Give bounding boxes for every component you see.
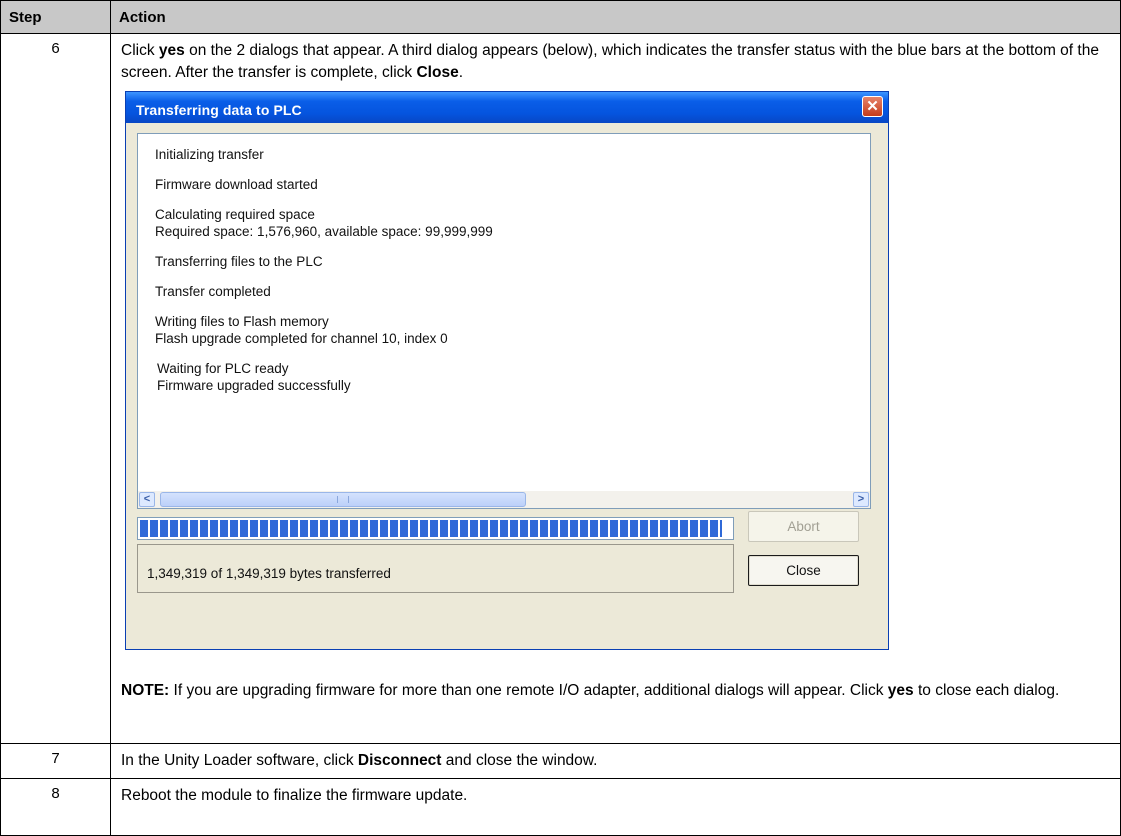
bytes-transferred-status: 1,349,319 of 1,349,319 bytes transferred	[147, 566, 391, 581]
log-entry: Calculating required space Required space…	[155, 206, 493, 240]
transfer-log[interactable]: Initializing transfer Firmware download s…	[137, 133, 871, 509]
scroll-thumb[interactable]	[160, 492, 526, 507]
step-number: 6	[0, 33, 111, 744]
log-line: Writing files to Flash memory	[155, 314, 329, 329]
step-action: Click yes on the 2 dialogs that appear. …	[110, 33, 1121, 744]
log-line: Flash upgrade completed for channel 10, …	[155, 331, 448, 346]
table-row: 8 Reboot the module to finalize the firm…	[0, 778, 1121, 836]
close-icon[interactable]: ✕	[862, 96, 883, 117]
abort-button[interactable]: Abort	[748, 511, 859, 542]
dialog-title: Transferring data to PLC	[136, 102, 302, 118]
log-line: Initializing transfer	[155, 147, 264, 162]
status-panel: 1,349,319 of 1,349,319 bytes transferred	[137, 544, 734, 593]
log-entry: Writing files to Flash memory Flash upgra…	[155, 313, 493, 347]
step-action: Reboot the module to finalize the firmwa…	[110, 778, 1121, 836]
log-line: Firmware download started	[155, 177, 318, 192]
note-text: If you are upgrading firmware for more t…	[169, 682, 888, 699]
header-step: Step	[0, 0, 111, 34]
table-header-row: Step Action	[0, 0, 1121, 34]
note-text: to close each dialog.	[913, 682, 1060, 699]
transfer-progress-bar	[137, 517, 734, 540]
dialog-titlebar: Transferring data to PLC ✕	[126, 92, 888, 123]
log-entry: Initializing transfer	[155, 146, 493, 163]
instruction-text: on the 2 dialogs that appear. A third di…	[121, 42, 1099, 81]
close-button[interactable]: Close	[748, 555, 859, 586]
scroll-left-icon[interactable]: <	[139, 492, 155, 507]
header-action: Action	[110, 0, 1121, 34]
log-entry: Transfer completed	[155, 283, 493, 300]
horizontal-scrollbar[interactable]: < >	[138, 491, 870, 508]
instruction-text: and close the window.	[441, 752, 598, 769]
log-line: Calculating required space	[155, 207, 315, 222]
progress-fill	[140, 520, 723, 537]
scroll-right-icon[interactable]: >	[853, 492, 869, 507]
log-line: Transfer completed	[155, 284, 271, 299]
instruction-text: In the Unity Loader software, click	[121, 752, 358, 769]
instruction-text: .	[458, 64, 464, 81]
instruction-emphasis-yes: yes	[158, 42, 185, 59]
step-number: 8	[0, 778, 111, 836]
log-line: Required space: 1,576,960, available spa…	[155, 224, 493, 239]
table-row: 6 Click yes on the 2 dialogs that appear…	[0, 33, 1121, 744]
table-row: 7 In the Unity Loader software, click Di…	[0, 743, 1121, 779]
note: NOTE: If you are upgrading firmware for …	[121, 680, 1110, 702]
step-instruction: Click yes on the 2 dialogs that appear. …	[121, 40, 1110, 84]
transfer-dialog: Transferring data to PLC ✕ Initializing …	[125, 91, 889, 650]
log-entry: Transferring files to the PLC	[155, 253, 493, 270]
note-emphasis-yes: yes	[887, 682, 914, 699]
log-line: Firmware upgraded successfully	[157, 378, 351, 393]
log-entry: Waiting for PLC ready Firmware upgraded s…	[155, 360, 493, 394]
step-number: 7	[0, 743, 111, 779]
steps-table: Step Action 6 Click yes on the 2 dialogs…	[0, 0, 1121, 836]
log-list: Initializing transfer Firmware download s…	[155, 146, 493, 407]
instruction-emphasis-disconnect: Disconnect	[357, 752, 442, 769]
step-action: In the Unity Loader software, click Disc…	[110, 743, 1121, 779]
log-line: Transferring files to the PLC	[155, 254, 323, 269]
log-entry: Firmware download started	[155, 176, 493, 193]
grip-icon	[337, 496, 349, 503]
note-label: NOTE:	[121, 682, 170, 699]
instruction-text: Click	[121, 42, 159, 59]
log-line: Waiting for PLC ready	[157, 361, 289, 376]
instruction-emphasis-close: Close	[416, 64, 459, 81]
